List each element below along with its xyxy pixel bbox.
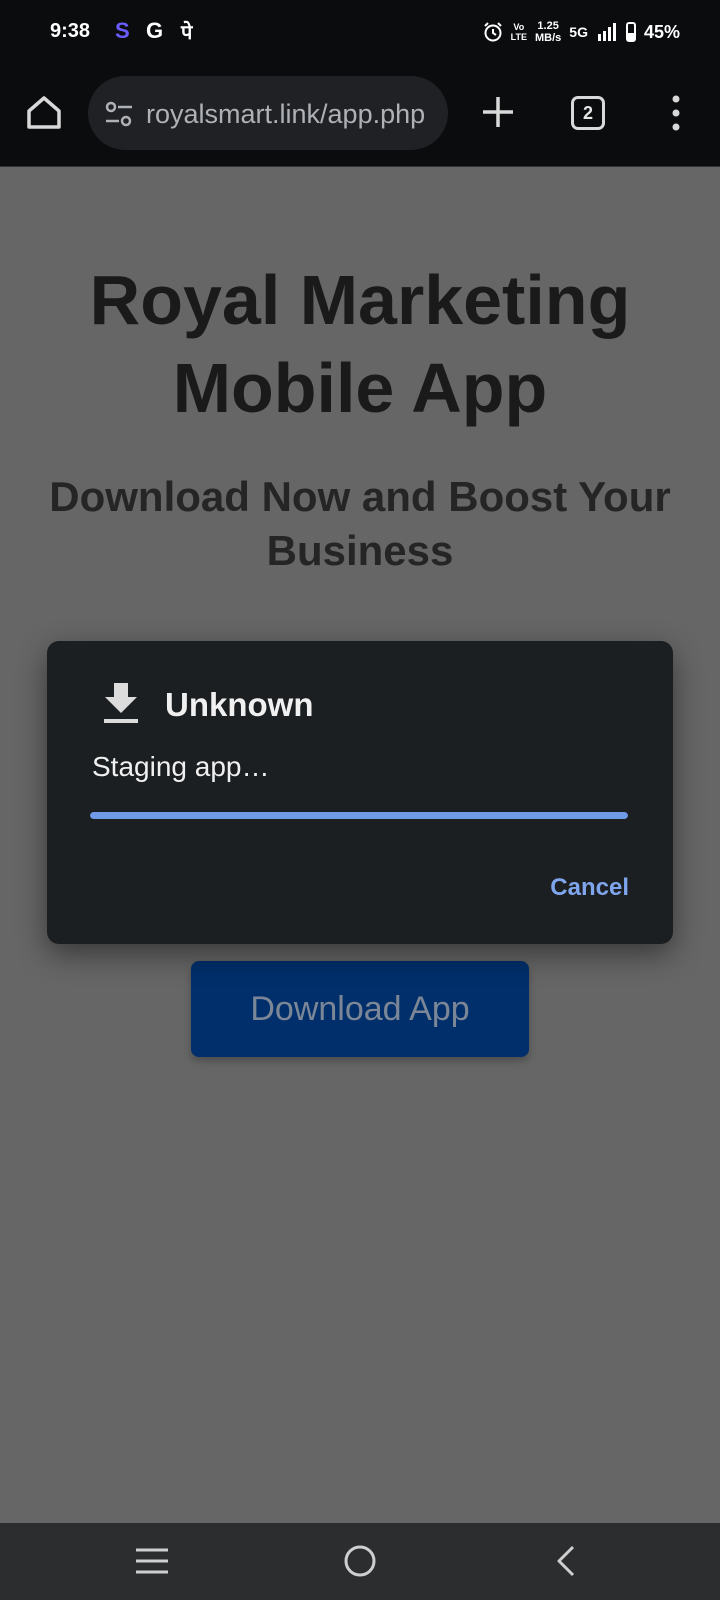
- status-time: 9:38: [50, 20, 91, 42]
- network-speed: 1.25 MB/s: [535, 20, 562, 44]
- new-tab-plus-icon[interactable]: [478, 92, 518, 132]
- status-app-g-icon: G: [146, 18, 164, 43]
- volte-indicator: Vo LTE: [510, 22, 527, 42]
- status-app-phonepe-icon: पे: [181, 22, 193, 44]
- more-menu-icon[interactable]: [668, 94, 684, 132]
- download-progress-bar: [90, 812, 628, 819]
- page-subtitle: Download Now and Boost Your Business: [49, 473, 671, 574]
- download-icon: [104, 683, 138, 723]
- home-icon[interactable]: [22, 90, 66, 134]
- cancel-button[interactable]: Cancel: [550, 874, 629, 902]
- alarm-icon: [483, 22, 502, 42]
- battery-icon: [625, 22, 636, 42]
- download-app-button[interactable]: Download App: [191, 961, 529, 1057]
- site-settings-icon[interactable]: [104, 100, 134, 128]
- dialog-status-text: Staging app…: [92, 751, 270, 782]
- download-progress-fill: [90, 812, 628, 819]
- network-type: 5G: [569, 24, 588, 40]
- home-circle-icon[interactable]: [338, 1539, 382, 1583]
- battery-percent: 45%: [643, 21, 680, 42]
- back-chevron-icon[interactable]: [545, 1539, 589, 1583]
- page-title: Royal Marketing Mobile App: [89, 261, 631, 427]
- tab-switcher-button[interactable]: 2: [571, 96, 605, 130]
- url-text[interactable]: royalsmart.link/app.php: [146, 99, 436, 129]
- download-dialog: Unknown Staging app… Cancel: [47, 641, 673, 944]
- system-nav-bar: [0, 1523, 720, 1600]
- dialog-title: Unknown: [165, 686, 314, 723]
- address-bar[interactable]: royalsmart.link/app.php: [88, 76, 448, 150]
- recents-menu-icon[interactable]: [130, 1539, 174, 1583]
- browser-toolbar: royalsmart.link/app.php 2: [0, 64, 720, 167]
- status-app-s-icon: S: [115, 18, 130, 43]
- status-indicators: Vo LTE 1.25 MB/s 5G 45%: [483, 14, 680, 50]
- signal-icon: [597, 23, 616, 41]
- status-bar: 9:38 S G पे Vo LTE 1.25 MB/s 5G 45%: [0, 0, 720, 64]
